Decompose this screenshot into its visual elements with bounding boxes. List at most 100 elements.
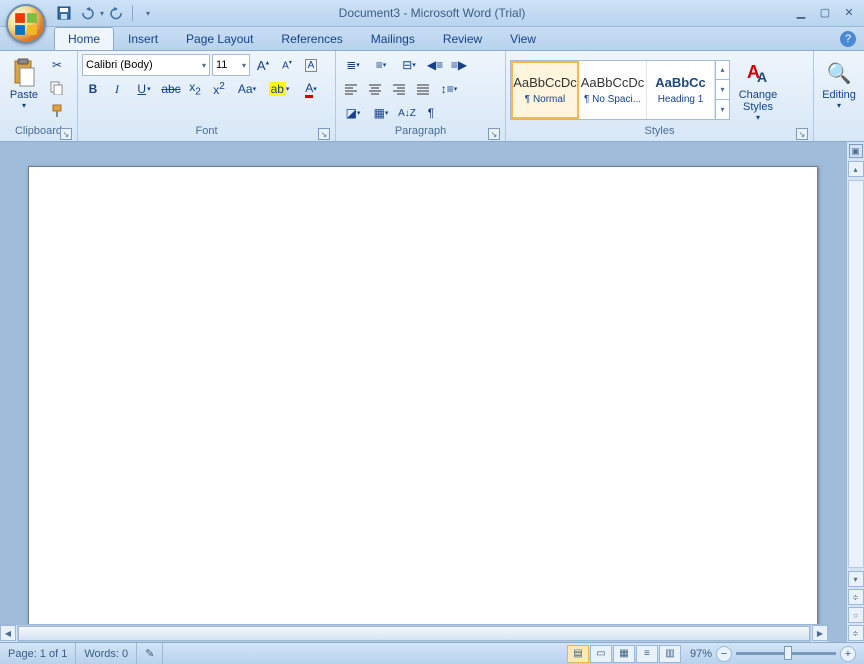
align-center-button[interactable] [364, 78, 386, 100]
undo-button[interactable] [77, 3, 97, 23]
style-no-spacing[interactable]: AaBbCcDc¶ No Spaci... [579, 61, 647, 119]
clipboard-launcher[interactable]: ↘ [60, 128, 72, 140]
font-size-combo[interactable]: 11▾ [212, 54, 250, 76]
document-area: ◀ ▶ ▣ ▴ ▾ ≑ ○ ≑ [0, 142, 864, 642]
draft-view-button[interactable]: ▥ [659, 645, 681, 663]
gallery-down-button[interactable]: ▾ [716, 80, 729, 100]
editing-label: Editing [822, 89, 856, 101]
tab-references[interactable]: References [267, 27, 356, 50]
highlight-button[interactable]: ab▾ [264, 78, 294, 100]
style-normal[interactable]: AaBbCcDc¶ Normal [511, 61, 579, 119]
clear-formatting-button[interactable]: A [300, 54, 322, 76]
web-layout-view-button[interactable]: ▦ [613, 645, 635, 663]
multilevel-button[interactable]: ⊟▾ [396, 54, 422, 76]
page-status[interactable]: Page: 1 of 1 [0, 643, 76, 664]
zoom-out-button[interactable]: − [716, 646, 732, 662]
borders-button[interactable]: ▦▾ [368, 102, 394, 124]
gallery-more-button[interactable]: ▾ [716, 100, 729, 119]
justify-button[interactable] [412, 78, 434, 100]
gallery-up-button[interactable]: ▴ [716, 61, 729, 81]
tab-review[interactable]: Review [429, 27, 496, 50]
format-painter-button[interactable] [46, 100, 68, 122]
bold-button[interactable]: B [82, 78, 104, 100]
minimize-button[interactable]: ▁ [792, 4, 810, 20]
show-marks-button[interactable]: ¶ [420, 102, 442, 124]
browse-object-button[interactable]: ○ [848, 607, 864, 623]
zoom-level[interactable]: 97% [690, 648, 712, 660]
align-center-icon [369, 83, 381, 95]
increase-indent-button[interactable]: ≡▶ [448, 54, 470, 76]
vscroll-up-button[interactable]: ▴ [848, 161, 864, 177]
redo-button[interactable] [107, 3, 127, 23]
fullscreen-reading-view-button[interactable]: ▭ [590, 645, 612, 663]
hscroll-right-button[interactable]: ▶ [812, 625, 828, 641]
hscroll-left-button[interactable]: ◀ [0, 625, 16, 641]
tab-home[interactable]: Home [54, 27, 114, 50]
change-case-button[interactable]: Aa▾ [232, 78, 262, 100]
grow-font-button[interactable]: A▴ [252, 54, 274, 76]
document-page[interactable] [28, 166, 818, 642]
save-icon [57, 6, 71, 20]
horizontal-scrollbar[interactable]: ◀ ▶ [0, 624, 828, 642]
style-heading-1[interactable]: AaBbCcHeading 1 [647, 61, 715, 119]
editing-button[interactable]: 🔍 Editing▾ [818, 54, 860, 113]
paste-button[interactable]: Paste ▾ [4, 54, 44, 113]
pilcrow-icon: ¶ [428, 106, 434, 120]
styles-launcher[interactable]: ↘ [796, 128, 808, 140]
font-size-value: 11 [216, 59, 227, 71]
line-spacing-button[interactable]: ↕≡▾ [436, 78, 462, 100]
superscript-icon: x2 [213, 81, 225, 97]
print-layout-view-button[interactable]: ▤ [567, 645, 589, 663]
proofing-status[interactable]: ✎ [137, 643, 163, 664]
copy-icon [50, 81, 64, 95]
zoom-in-button[interactable]: + [840, 646, 856, 662]
strikethrough-button[interactable]: abc [160, 78, 182, 100]
numbering-button[interactable]: ≡▾ [368, 54, 394, 76]
next-page-button[interactable]: ≑ [848, 625, 864, 641]
save-button[interactable] [54, 3, 74, 23]
shrink-font-button[interactable]: A▾ [276, 54, 298, 76]
decrease-indent-button[interactable]: ◀≡ [424, 54, 446, 76]
prev-page-button[interactable]: ≑ [848, 589, 864, 605]
ribbon: Paste ▾ ✂ Clipboard↘ Calibri (Body)▾ 11▾… [0, 51, 864, 142]
help-button[interactable]: ? [840, 31, 856, 47]
change-styles-button[interactable]: AA Change Styles▾ [734, 54, 782, 125]
font-color-button[interactable]: A▾ [296, 78, 326, 100]
underline-button[interactable]: U▾ [130, 78, 158, 100]
close-button[interactable]: ✕ [840, 4, 858, 20]
superscript-button[interactable]: x2 [208, 78, 230, 100]
paragraph-group-label: Paragraph [395, 125, 446, 137]
markup-area-icon[interactable]: ▣ [849, 144, 863, 158]
office-button[interactable] [6, 4, 46, 44]
zoom-slider[interactable] [736, 652, 836, 655]
hscroll-thumb[interactable] [18, 626, 810, 641]
sort-button[interactable]: A↓Z [396, 102, 418, 124]
maximize-button[interactable]: ▢ [816, 4, 834, 20]
tab-page-layout[interactable]: Page Layout [172, 27, 267, 50]
align-right-button[interactable] [388, 78, 410, 100]
vertical-scrollbar[interactable]: ▣ ▴ ▾ ≑ ○ ≑ [846, 142, 864, 642]
font-launcher[interactable]: ↘ [318, 128, 330, 140]
vscroll-down-button[interactable]: ▾ [848, 571, 864, 587]
bucket-icon: ◪ [346, 106, 357, 120]
qat-customize-button[interactable]: ▾ [138, 3, 158, 23]
word-count[interactable]: Words: 0 [76, 643, 137, 664]
tab-insert[interactable]: Insert [114, 27, 172, 50]
copy-button[interactable] [46, 77, 68, 99]
font-group-label: Font [195, 125, 217, 137]
zoom-thumb[interactable] [784, 646, 792, 660]
outline-icon: ≡ [644, 648, 650, 659]
paragraph-launcher[interactable]: ↘ [488, 128, 500, 140]
tab-mailings[interactable]: Mailings [357, 27, 429, 50]
subscript-button[interactable]: x2 [184, 78, 206, 100]
align-left-button[interactable] [340, 78, 362, 100]
outline-view-button[interactable]: ≡ [636, 645, 658, 663]
italic-button[interactable]: I [106, 78, 128, 100]
tab-view[interactable]: View [496, 27, 550, 50]
font-family-combo[interactable]: Calibri (Body)▾ [82, 54, 210, 76]
cut-button[interactable]: ✂ [46, 54, 68, 76]
align-left-icon [345, 83, 357, 95]
bullets-button[interactable]: ≣▾ [340, 54, 366, 76]
case-icon: Aa [238, 82, 253, 96]
shading-button[interactable]: ◪▾ [340, 102, 366, 124]
